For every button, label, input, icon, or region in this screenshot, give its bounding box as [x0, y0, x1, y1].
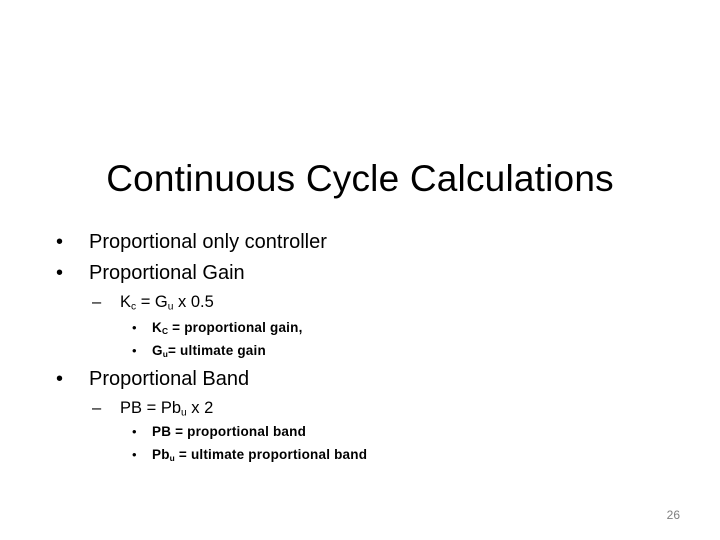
definition-symbol: Pb: [152, 447, 170, 462]
definition-text: = ultimate gain: [168, 343, 266, 358]
formula-lhs: PB = Pb: [120, 399, 181, 417]
bullet-text: Proportional only controller: [89, 231, 327, 253]
definition-symbol: PB: [152, 424, 172, 439]
bullet-text: Proportional Gain: [89, 262, 245, 284]
definition-text: = ultimate proportional band: [174, 447, 368, 462]
definition-kc: • KC = proportional gain,: [132, 319, 303, 336]
bullet-icon: •: [132, 424, 137, 439]
bullet-proportional-band: • Proportional Band: [56, 367, 250, 391]
bullet-icon: •: [56, 368, 64, 390]
formula-rhs: x 2: [186, 399, 214, 417]
bullet-icon: •: [56, 262, 64, 284]
formula-mid: = G: [136, 293, 168, 311]
bullet-icon: •: [132, 447, 137, 462]
formula-proportional-gain: – Kc = Gu x 0.5: [92, 292, 214, 312]
definition-pb: • PB = proportional band: [132, 423, 307, 440]
bullet-proportional-gain: • Proportional Gain: [56, 261, 245, 285]
definition-symbol: G: [152, 343, 163, 358]
bullet-proportional-only-controller: • Proportional only controller: [56, 230, 327, 254]
definition-text: = proportional band: [171, 424, 307, 439]
definition-text: = proportional gain,: [168, 320, 303, 335]
page-number: 26: [666, 508, 680, 522]
definition-symbol: K: [152, 320, 162, 335]
slide: Continuous Cycle Calculations • Proporti…: [0, 0, 720, 540]
slide-title: Continuous Cycle Calculations: [106, 158, 614, 199]
dash-icon: –: [92, 399, 102, 417]
formula-proportional-band: – PB = Pbu x 2: [92, 398, 214, 418]
bullet-text: Proportional Band: [89, 368, 250, 390]
definition-pbu: • Pbu = ultimate proportional band: [132, 446, 368, 463]
bullet-icon: •: [132, 343, 137, 358]
formula-lhs: K: [120, 293, 132, 311]
definition-gu: • Gu= ultimate gain: [132, 342, 266, 359]
formula-rhs: x 0.5: [173, 293, 214, 311]
bullet-icon: •: [56, 231, 64, 253]
dash-icon: –: [92, 293, 102, 311]
bullet-icon: •: [132, 320, 137, 335]
